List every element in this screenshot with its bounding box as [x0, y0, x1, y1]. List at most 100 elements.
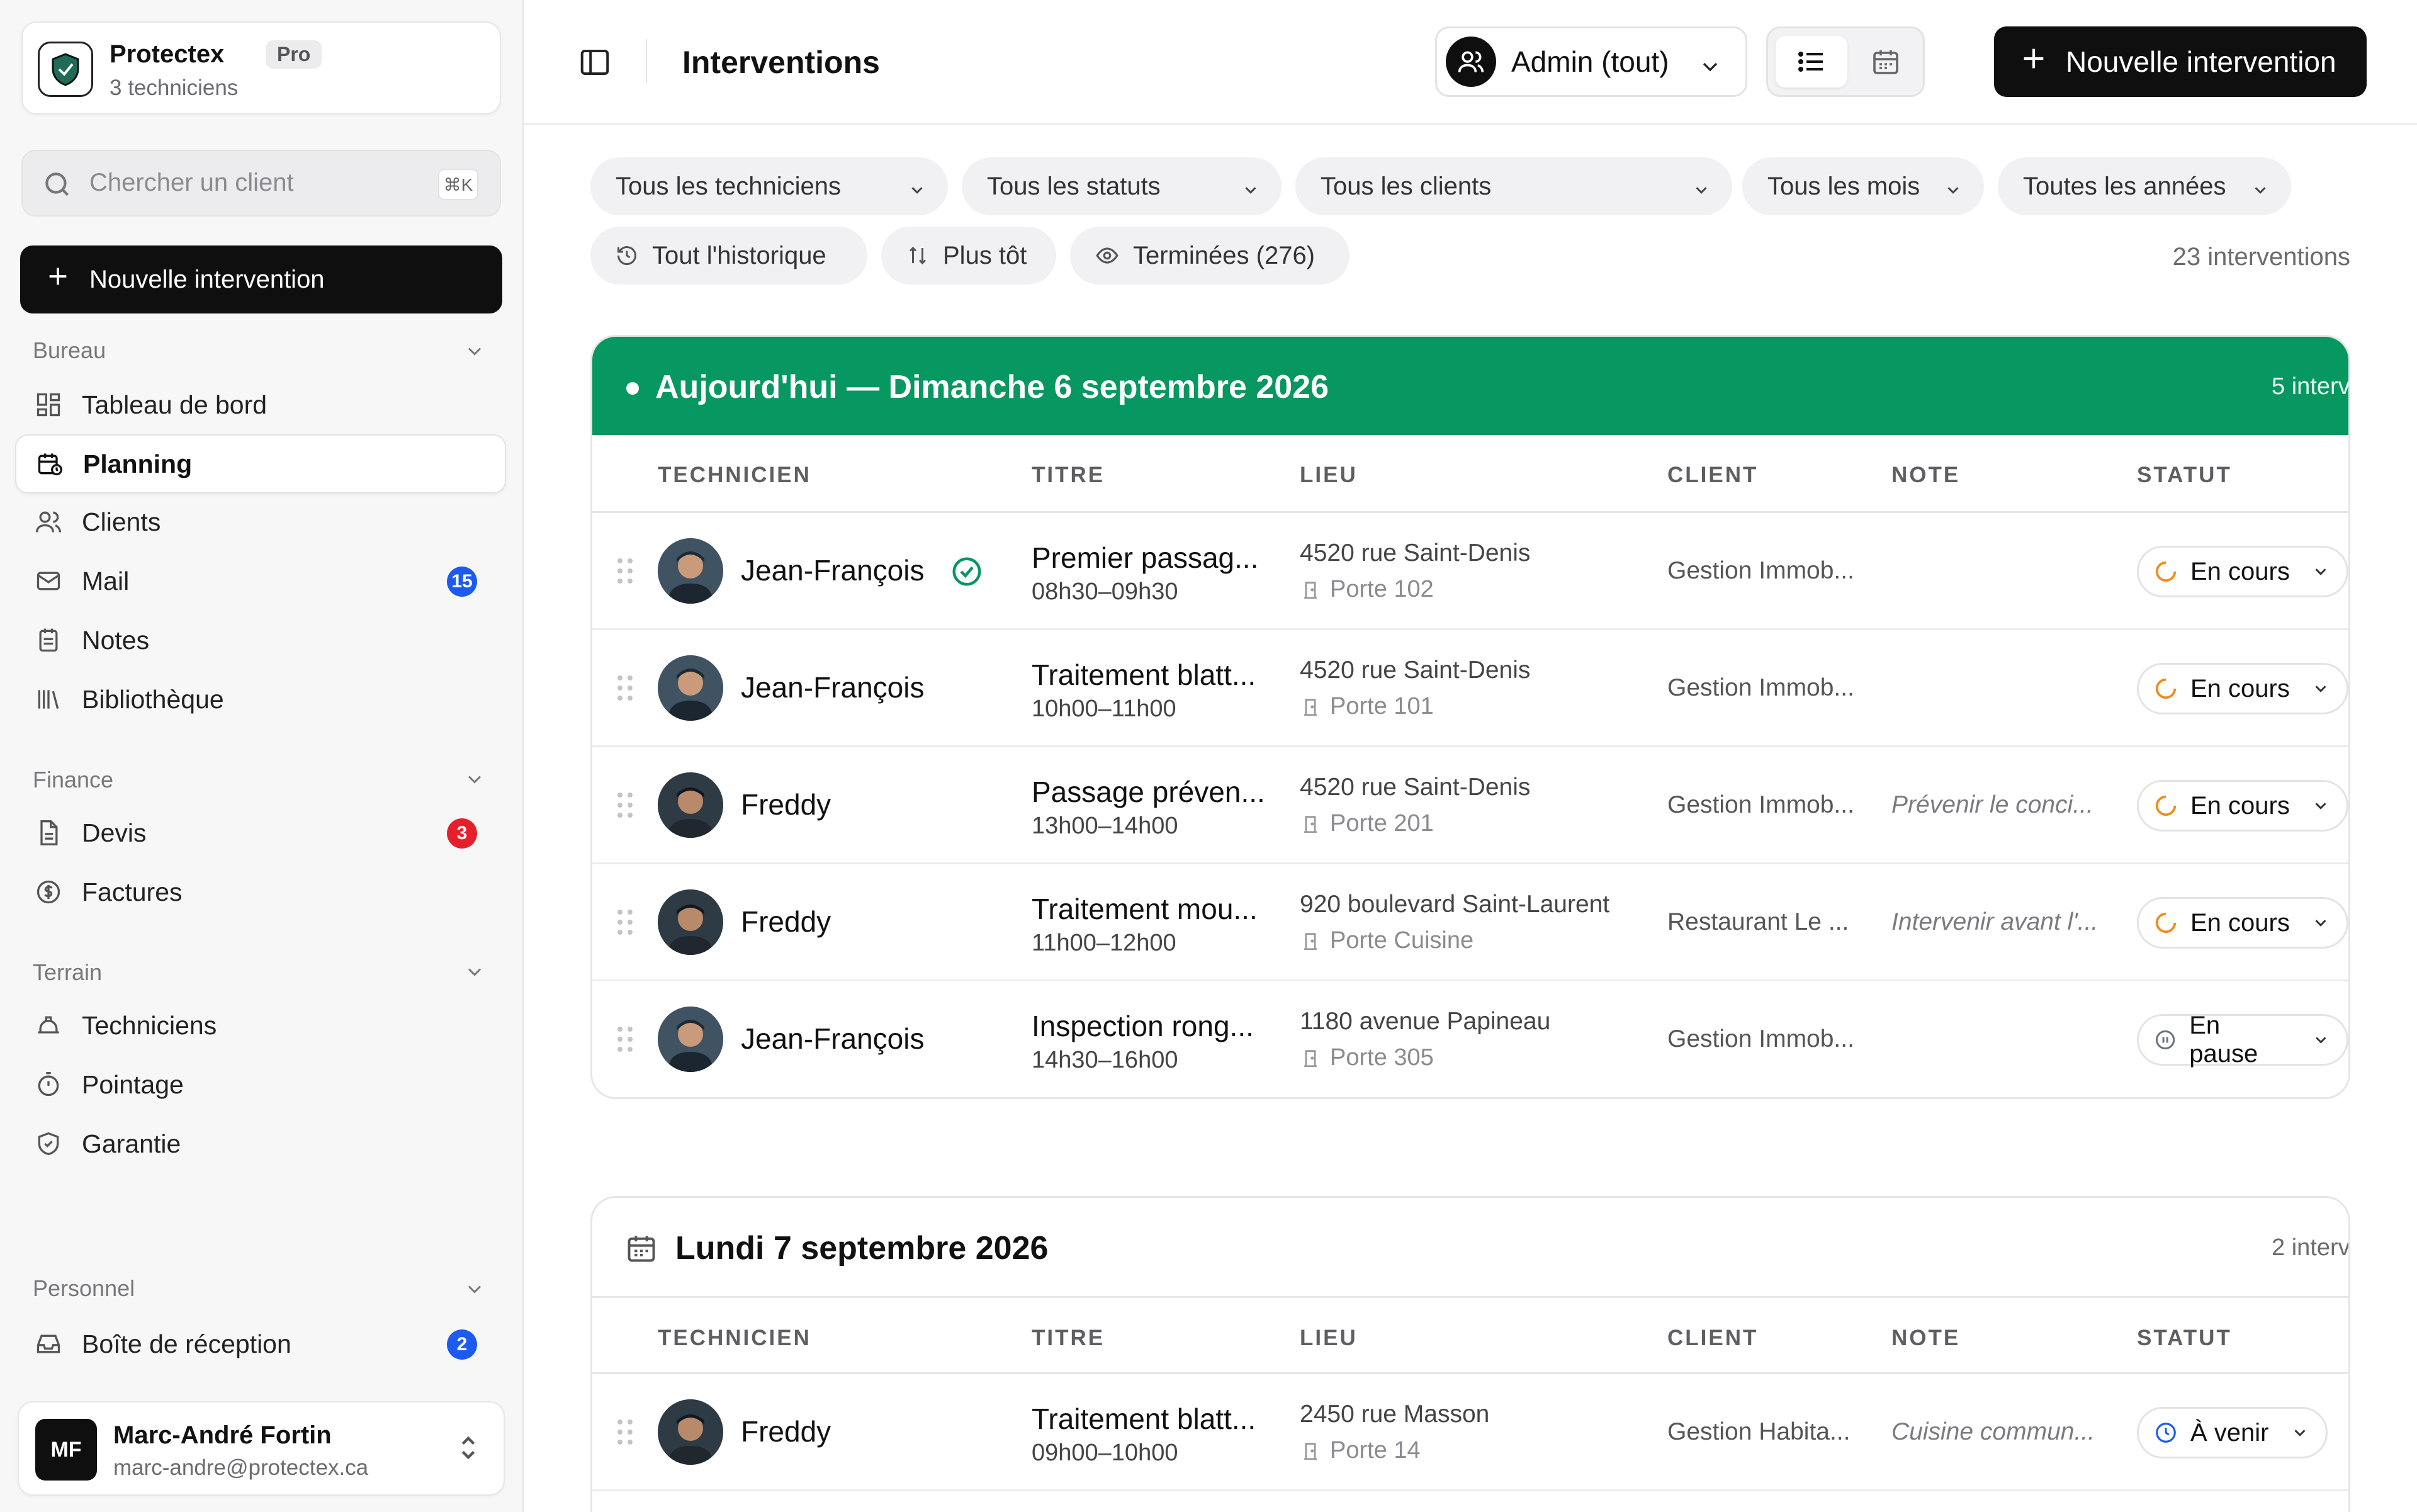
sort-toggle[interactable]: Plus tôt — [881, 227, 1056, 285]
in-progress-icon — [2155, 795, 2177, 816]
sidebar-item-dashboard[interactable]: Tableau de bord — [15, 375, 506, 434]
sidebar-item-label: Tableau de bord — [82, 390, 268, 419]
section-finance[interactable]: Finance — [33, 767, 113, 793]
sidebar-item-library[interactable]: Bibliothèque — [15, 670, 506, 729]
avatar — [658, 1399, 723, 1465]
drag-handle-icon[interactable] — [616, 1418, 634, 1449]
col-lieu[interactable]: LIEU — [1300, 463, 1358, 488]
status-select[interactable]: En pause — [2137, 1012, 2348, 1068]
note: Cuisine commun... — [1891, 1418, 2095, 1445]
col-titre[interactable]: TITRE — [1032, 463, 1105, 488]
intervention-time: 08h30–09h30 — [1032, 578, 1178, 605]
section-terrain[interactable]: Terrain — [33, 959, 102, 986]
col-client[interactable]: CLIENT — [1667, 1326, 1758, 1351]
today-dot — [626, 382, 639, 395]
status-select[interactable]: À venir — [2137, 1407, 2328, 1458]
table-row[interactable]: Freddy Traitement blatt... 09h00–10h00 2… — [592, 1374, 2348, 1491]
new-intervention-button-sidebar[interactable]: Nouvelle intervention — [20, 245, 502, 313]
section-personnel[interactable]: Personnel — [33, 1275, 135, 1302]
door-icon — [1304, 698, 1317, 716]
completed-toggle[interactable]: Terminées (276) — [1070, 227, 1349, 285]
drag-handle-icon[interactable] — [616, 791, 634, 822]
chevron-down-icon[interactable] — [463, 961, 486, 986]
address: 2450 rue Masson — [1300, 1401, 1490, 1428]
intervention-title: Passage préven... — [1032, 776, 1265, 808]
status-select[interactable]: En cours — [2137, 897, 2348, 949]
workspace-switcher[interactable]: Protectex Pro 3 techniciens — [21, 21, 501, 115]
sidebar-item-mail[interactable]: Mail 15 — [15, 551, 506, 611]
mail-icon — [34, 567, 63, 595]
filter-years[interactable]: Toutes les années — [1998, 157, 2291, 215]
table-row[interactable]: Jean-François Premier passag... 08h30–09… — [592, 513, 2348, 630]
drag-handle-icon[interactable] — [616, 1025, 634, 1056]
filter-months[interactable]: Tous les mois — [1742, 157, 1984, 215]
sidebar-item-clients[interactable]: Clients — [15, 492, 506, 551]
search-icon — [42, 169, 73, 203]
calendar-clock-icon — [35, 449, 64, 478]
col-note[interactable]: NOTE — [1891, 463, 1960, 488]
door-icon — [1304, 1442, 1317, 1460]
filter-clients[interactable]: Tous les clients — [1295, 157, 1732, 215]
list-view-button[interactable] — [1776, 36, 1847, 87]
table-row[interactable]: Jean-François Traitement blatt... 10h00–… — [592, 630, 2348, 747]
view-toggle — [1766, 26, 1925, 97]
user-menu[interactable]: MF Marc-André Fortin marc-andre@protecte… — [18, 1401, 505, 1496]
sidebar-item-notes[interactable]: Notes — [15, 611, 506, 670]
filter-technicians[interactable]: Tous les techniciens — [590, 157, 948, 215]
chevron-down-icon[interactable] — [463, 340, 486, 366]
sidebar-item-garantie[interactable]: Garantie — [15, 1114, 506, 1173]
group-header: Lundi 7 septembre 2026 2 interventions — [592, 1198, 2348, 1296]
status-label: En cours — [2190, 557, 2290, 585]
col-titre[interactable]: TITRE — [1032, 1326, 1105, 1351]
inbox-count-badge: 2 — [447, 1329, 477, 1360]
sidebar-item-pointage[interactable]: Pointage — [15, 1055, 506, 1114]
table-row[interactable]: Jean-François Inspection rong... 14h30–1… — [592, 981, 2348, 1097]
section-bureau[interactable]: Bureau — [33, 337, 106, 364]
admin-scope-select[interactable]: Admin (tout) — [1435, 26, 1747, 97]
col-statut[interactable]: STATUT — [2137, 463, 2232, 488]
sidebar-item-devis[interactable]: Devis 3 — [15, 803, 506, 862]
col-client[interactable]: CLIENT — [1667, 463, 1758, 488]
search-placeholder: Chercher un client — [89, 169, 294, 196]
sidebar-item-label: Notes — [82, 625, 150, 655]
col-statut[interactable]: STATUT — [2137, 1326, 2232, 1351]
status-select[interactable]: En cours — [2137, 780, 2348, 832]
sidebar-toggle-icon[interactable] — [578, 45, 612, 82]
sidebar-item-planning[interactable]: Planning — [15, 434, 506, 494]
table-row[interactable]: Freddy Passage préven... 13h00–14h00 452… — [592, 747, 2348, 864]
door-label: Porte 102 — [1330, 576, 1434, 602]
sidebar-item-techniciens[interactable]: Techniciens — [15, 996, 506, 1055]
status-select[interactable]: En cours — [2137, 663, 2348, 714]
col-note[interactable]: NOTE — [1891, 1326, 1960, 1351]
note: Prévenir le conci... — [1891, 791, 2093, 818]
admin-scope-value: Admin (tout) — [1511, 45, 1669, 78]
status-select[interactable]: En cours — [2137, 546, 2348, 597]
drag-handle-icon[interactable] — [616, 674, 634, 705]
sidebar-item-inbox[interactable]: Boîte de réception 2 — [15, 1314, 506, 1374]
client-search[interactable]: Chercher un client ⌘K — [21, 150, 501, 217]
chevron-down-icon[interactable] — [463, 768, 486, 794]
chevron-down-icon[interactable] — [463, 1278, 486, 1304]
client-name: Gestion Immob... — [1667, 557, 1854, 584]
col-lieu[interactable]: LIEU — [1300, 1326, 1358, 1351]
history-label: Tout l'historique — [652, 241, 826, 269]
chevron-down-icon — [2251, 178, 2270, 206]
intervention-time: 14h30–16h00 — [1032, 1047, 1178, 1073]
timer-icon — [34, 1070, 63, 1099]
sidebar-item-factures[interactable]: Factures — [15, 862, 506, 922]
notes-icon — [34, 626, 63, 655]
calendar-view-button[interactable] — [1852, 36, 1919, 87]
col-technicien[interactable]: TECHNICIEN — [658, 463, 811, 488]
pause-icon — [2156, 1030, 2175, 1050]
sidebar-item-label: Garantie — [82, 1129, 181, 1158]
drag-handle-icon[interactable] — [616, 557, 634, 588]
filter-statuses[interactable]: Tous les statuts — [962, 157, 1282, 215]
drag-handle-icon[interactable] — [616, 908, 634, 939]
eye-icon — [1095, 244, 1119, 268]
in-progress-icon — [2155, 912, 2177, 934]
col-technicien[interactable]: TECHNICIEN — [658, 1326, 811, 1351]
table-row[interactable]: Freddy Traitement mou... 11h00–12h00 920… — [592, 864, 2348, 981]
new-intervention-button[interactable]: Nouvelle intervention — [1994, 26, 2367, 97]
address: 4520 rue Saint-Denis — [1300, 774, 1531, 801]
history-filter[interactable]: Tout l'historique — [590, 227, 867, 285]
